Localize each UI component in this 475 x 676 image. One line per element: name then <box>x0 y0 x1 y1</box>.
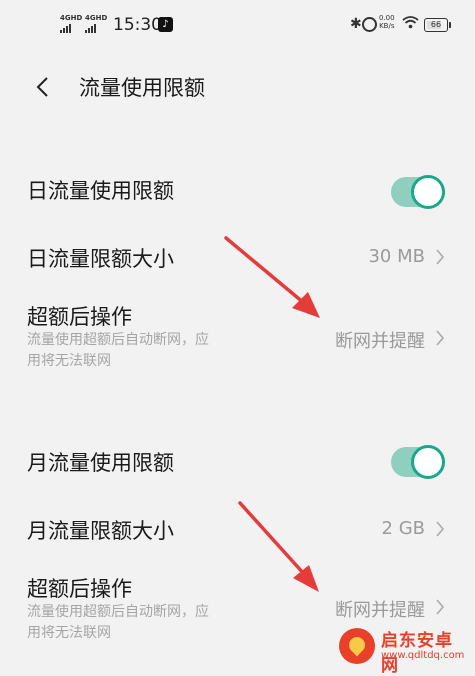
net-speed-value: 0.00 <box>379 14 395 22</box>
monthly-action-label: 超额后操作 <box>27 577 132 601</box>
daily-limit-row[interactable]: 日流量使用限额 <box>0 165 475 215</box>
daily-action-value: 断网并提醒 <box>335 331 425 352</box>
monthly-size-value: 2 GB <box>381 518 425 539</box>
battery-icon: 66 <box>424 18 451 32</box>
cellular-signal-icon: 4GHD <box>60 14 82 33</box>
daily-size-label: 日流量限额大小 <box>27 247 174 271</box>
bluetooth-icon: ✱ <box>350 16 362 32</box>
signal-label: 4GHD <box>60 14 83 22</box>
monthly-limit-row[interactable]: 月流量使用限额 <box>0 437 475 487</box>
daily-size-value: 30 MB <box>368 246 425 267</box>
toggle-knob <box>411 175 445 209</box>
cellular-signal-icon-2: 4GHD <box>85 14 107 33</box>
back-arrow-icon[interactable] <box>32 76 54 98</box>
monthly-action-description: 流量使用超额后自动断网，应用将无法联网 <box>27 604 209 641</box>
page-title: 流量使用限额 <box>79 76 205 100</box>
status-bar: 4GHD 4GHD 15:30 ♪ ✱ 0.00 KB/s 66 <box>0 0 475 50</box>
net-speed-unit: KB/s <box>379 22 395 30</box>
daily-size-row[interactable]: 日流量限额大小 30 MB <box>0 235 475 281</box>
signal-label-2: 4GHD <box>85 14 108 22</box>
chevron-right-icon <box>436 521 445 537</box>
alarm-icon <box>362 17 377 32</box>
app-header: 流量使用限额 <box>0 62 475 112</box>
tiktok-notification-icon: ♪ <box>158 17 173 32</box>
monthly-size-row[interactable]: 月流量限额大小 2 GB <box>0 507 475 553</box>
daily-limit-toggle[interactable] <box>391 175 445 209</box>
network-speed: 0.00 KB/s <box>379 14 395 30</box>
status-time: 15:30 <box>113 15 162 35</box>
site-watermark: 启东安卓网 www.qdltdq.com <box>339 626 469 676</box>
chevron-right-icon <box>436 249 445 265</box>
daily-limit-label: 日流量使用限额 <box>27 179 174 203</box>
monthly-limit-toggle[interactable] <box>391 445 445 479</box>
monthly-size-label: 月流量限额大小 <box>27 519 174 543</box>
watermark-url: www.qdltdq.com <box>381 650 465 661</box>
toggle-knob <box>411 445 445 479</box>
daily-action-row[interactable]: 超额后操作 流量使用超额后自动断网，应用将无法联网 断网并提醒 <box>0 295 475 375</box>
monthly-action-value: 断网并提醒 <box>335 600 425 621</box>
chevron-right-icon <box>436 330 445 346</box>
monthly-limit-label: 月流量使用限额 <box>27 451 174 475</box>
daily-action-label: 超额后操作 <box>27 305 132 329</box>
chevron-right-icon <box>436 599 445 615</box>
wifi-icon <box>402 16 419 29</box>
watermark-logo-icon <box>339 628 375 664</box>
daily-action-description: 流量使用超额后自动断网，应用将无法联网 <box>27 332 209 369</box>
